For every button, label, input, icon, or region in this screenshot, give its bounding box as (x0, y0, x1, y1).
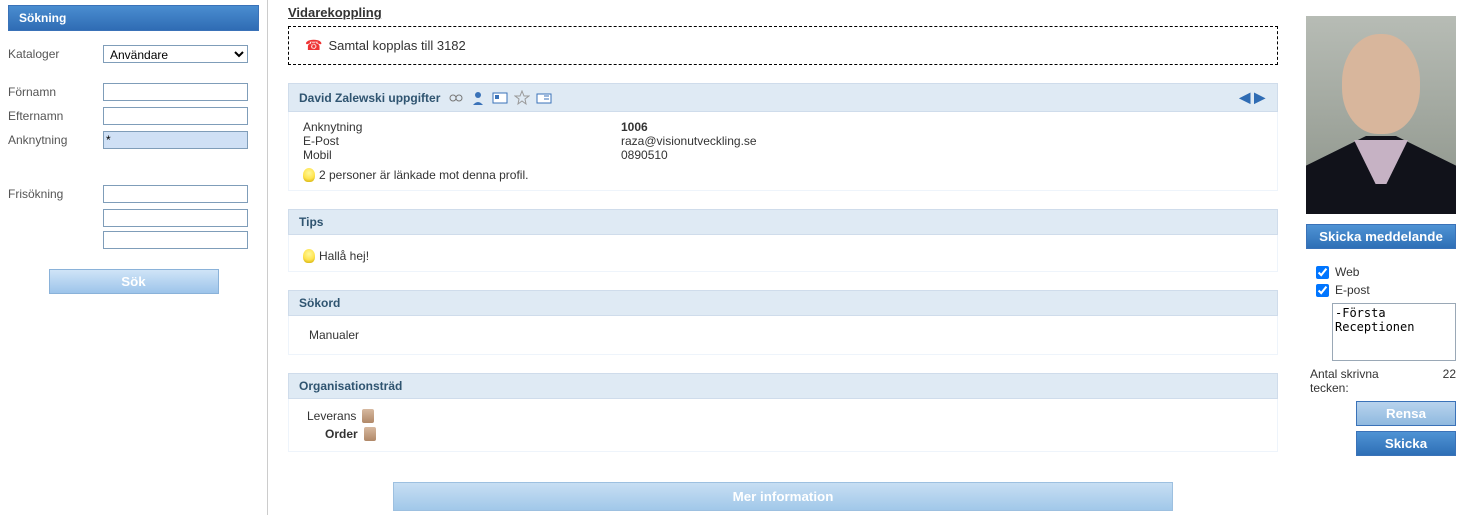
orgtree-item-label: Leverans (307, 409, 356, 423)
person-icon[interactable] (470, 90, 486, 106)
user-details-body: Anknytning 1006 E-Post raza@visionutveck… (288, 112, 1278, 191)
send-message-button[interactable]: Skicka meddelande (1306, 224, 1456, 249)
extension-input[interactable] (103, 131, 248, 149)
free-search-input-3[interactable] (103, 231, 248, 249)
ext-value: 1006 (621, 120, 648, 134)
mobile-label: Mobil (303, 148, 621, 162)
more-info-button[interactable]: Mer information (393, 482, 1173, 511)
tips-header: Tips (288, 209, 1278, 235)
avatar (1306, 16, 1456, 214)
mobile-value: 0890510 (621, 148, 668, 162)
web-checkbox[interactable] (1316, 266, 1329, 279)
catalogs-select[interactable]: Användare (103, 45, 248, 63)
keyword-item: Manualer (303, 324, 1263, 346)
firstname-input[interactable] (103, 83, 248, 101)
card-icon[interactable] (492, 90, 508, 106)
next-arrow-icon[interactable]: ▶ (1252, 89, 1267, 106)
star-icon[interactable] (514, 90, 530, 106)
ext-label: Anknytning (303, 120, 621, 134)
char-count-label: Antal skrivna tecken: (1310, 367, 1404, 395)
orgtree-body: Leverans Order (288, 399, 1278, 452)
message-textarea[interactable]: -Första Receptionen (1332, 303, 1456, 361)
free-search-input-1[interactable] (103, 185, 248, 203)
right-panel: Skicka meddelande Web E-post -Första Rec… (1298, 0, 1470, 515)
lastname-input[interactable] (103, 107, 248, 125)
keywords-header: Sökord (288, 290, 1278, 316)
web-label: Web (1335, 265, 1359, 279)
email-checkbox[interactable] (1316, 284, 1329, 297)
user-header-text: David Zalewski uppgifter (299, 91, 440, 105)
prev-arrow-icon[interactable]: ◀ (1237, 89, 1252, 106)
link-icon[interactable] (448, 90, 464, 106)
email-value: raza@visionutveckling.se (621, 134, 757, 148)
forwarding-box: ☎ Samtal kopplas till 3182 (288, 26, 1278, 65)
forwarding-title: Vidarekoppling (288, 5, 1278, 20)
keywords-body: Manualer (288, 316, 1278, 355)
bulb-icon (303, 249, 315, 263)
linked-text: 2 personer är länkade mot denna profil. (319, 168, 528, 182)
email-label: E-post (1335, 283, 1370, 297)
user-details-header: David Zalewski uppgifter ◀ ▶ (288, 83, 1278, 112)
firstname-label: Förnamn (8, 85, 103, 99)
orgtree-item-label: Order (325, 427, 358, 441)
search-button[interactable]: Sök (49, 269, 219, 294)
vcard-icon[interactable] (536, 90, 552, 106)
free-search-input-2[interactable] (103, 209, 248, 227)
char-count-value: 22 (1426, 367, 1456, 395)
email-label: E-Post (303, 134, 621, 148)
forwarding-text: Samtal kopplas till 3182 (328, 38, 465, 53)
bulb-icon (303, 168, 315, 182)
free-search-label: Frisökning (8, 187, 103, 201)
avatar-mini-icon (364, 427, 376, 441)
avatar-mini-icon (362, 409, 374, 423)
clear-button[interactable]: Rensa (1356, 401, 1456, 426)
orgtree-item[interactable]: Order (307, 425, 1263, 443)
tips-text: Hallå hej! (319, 249, 369, 263)
extension-label: Anknytning (8, 133, 103, 147)
lastname-label: Efternamn (8, 109, 103, 123)
search-panel: Sökning Kataloger Användare Förnamn Efte… (0, 0, 268, 515)
orgtree-header: Organisationsträd (288, 373, 1278, 399)
phone-forward-icon: ☎ (305, 37, 322, 54)
send-button[interactable]: Skicka (1356, 431, 1456, 456)
tips-body: Hallå hej! (288, 235, 1278, 272)
orgtree-item[interactable]: Leverans (307, 407, 1263, 425)
catalogs-label: Kataloger (8, 47, 103, 61)
main-panel: Vidarekoppling ☎ Samtal kopplas till 318… (268, 0, 1298, 515)
search-header: Sökning (8, 5, 259, 31)
